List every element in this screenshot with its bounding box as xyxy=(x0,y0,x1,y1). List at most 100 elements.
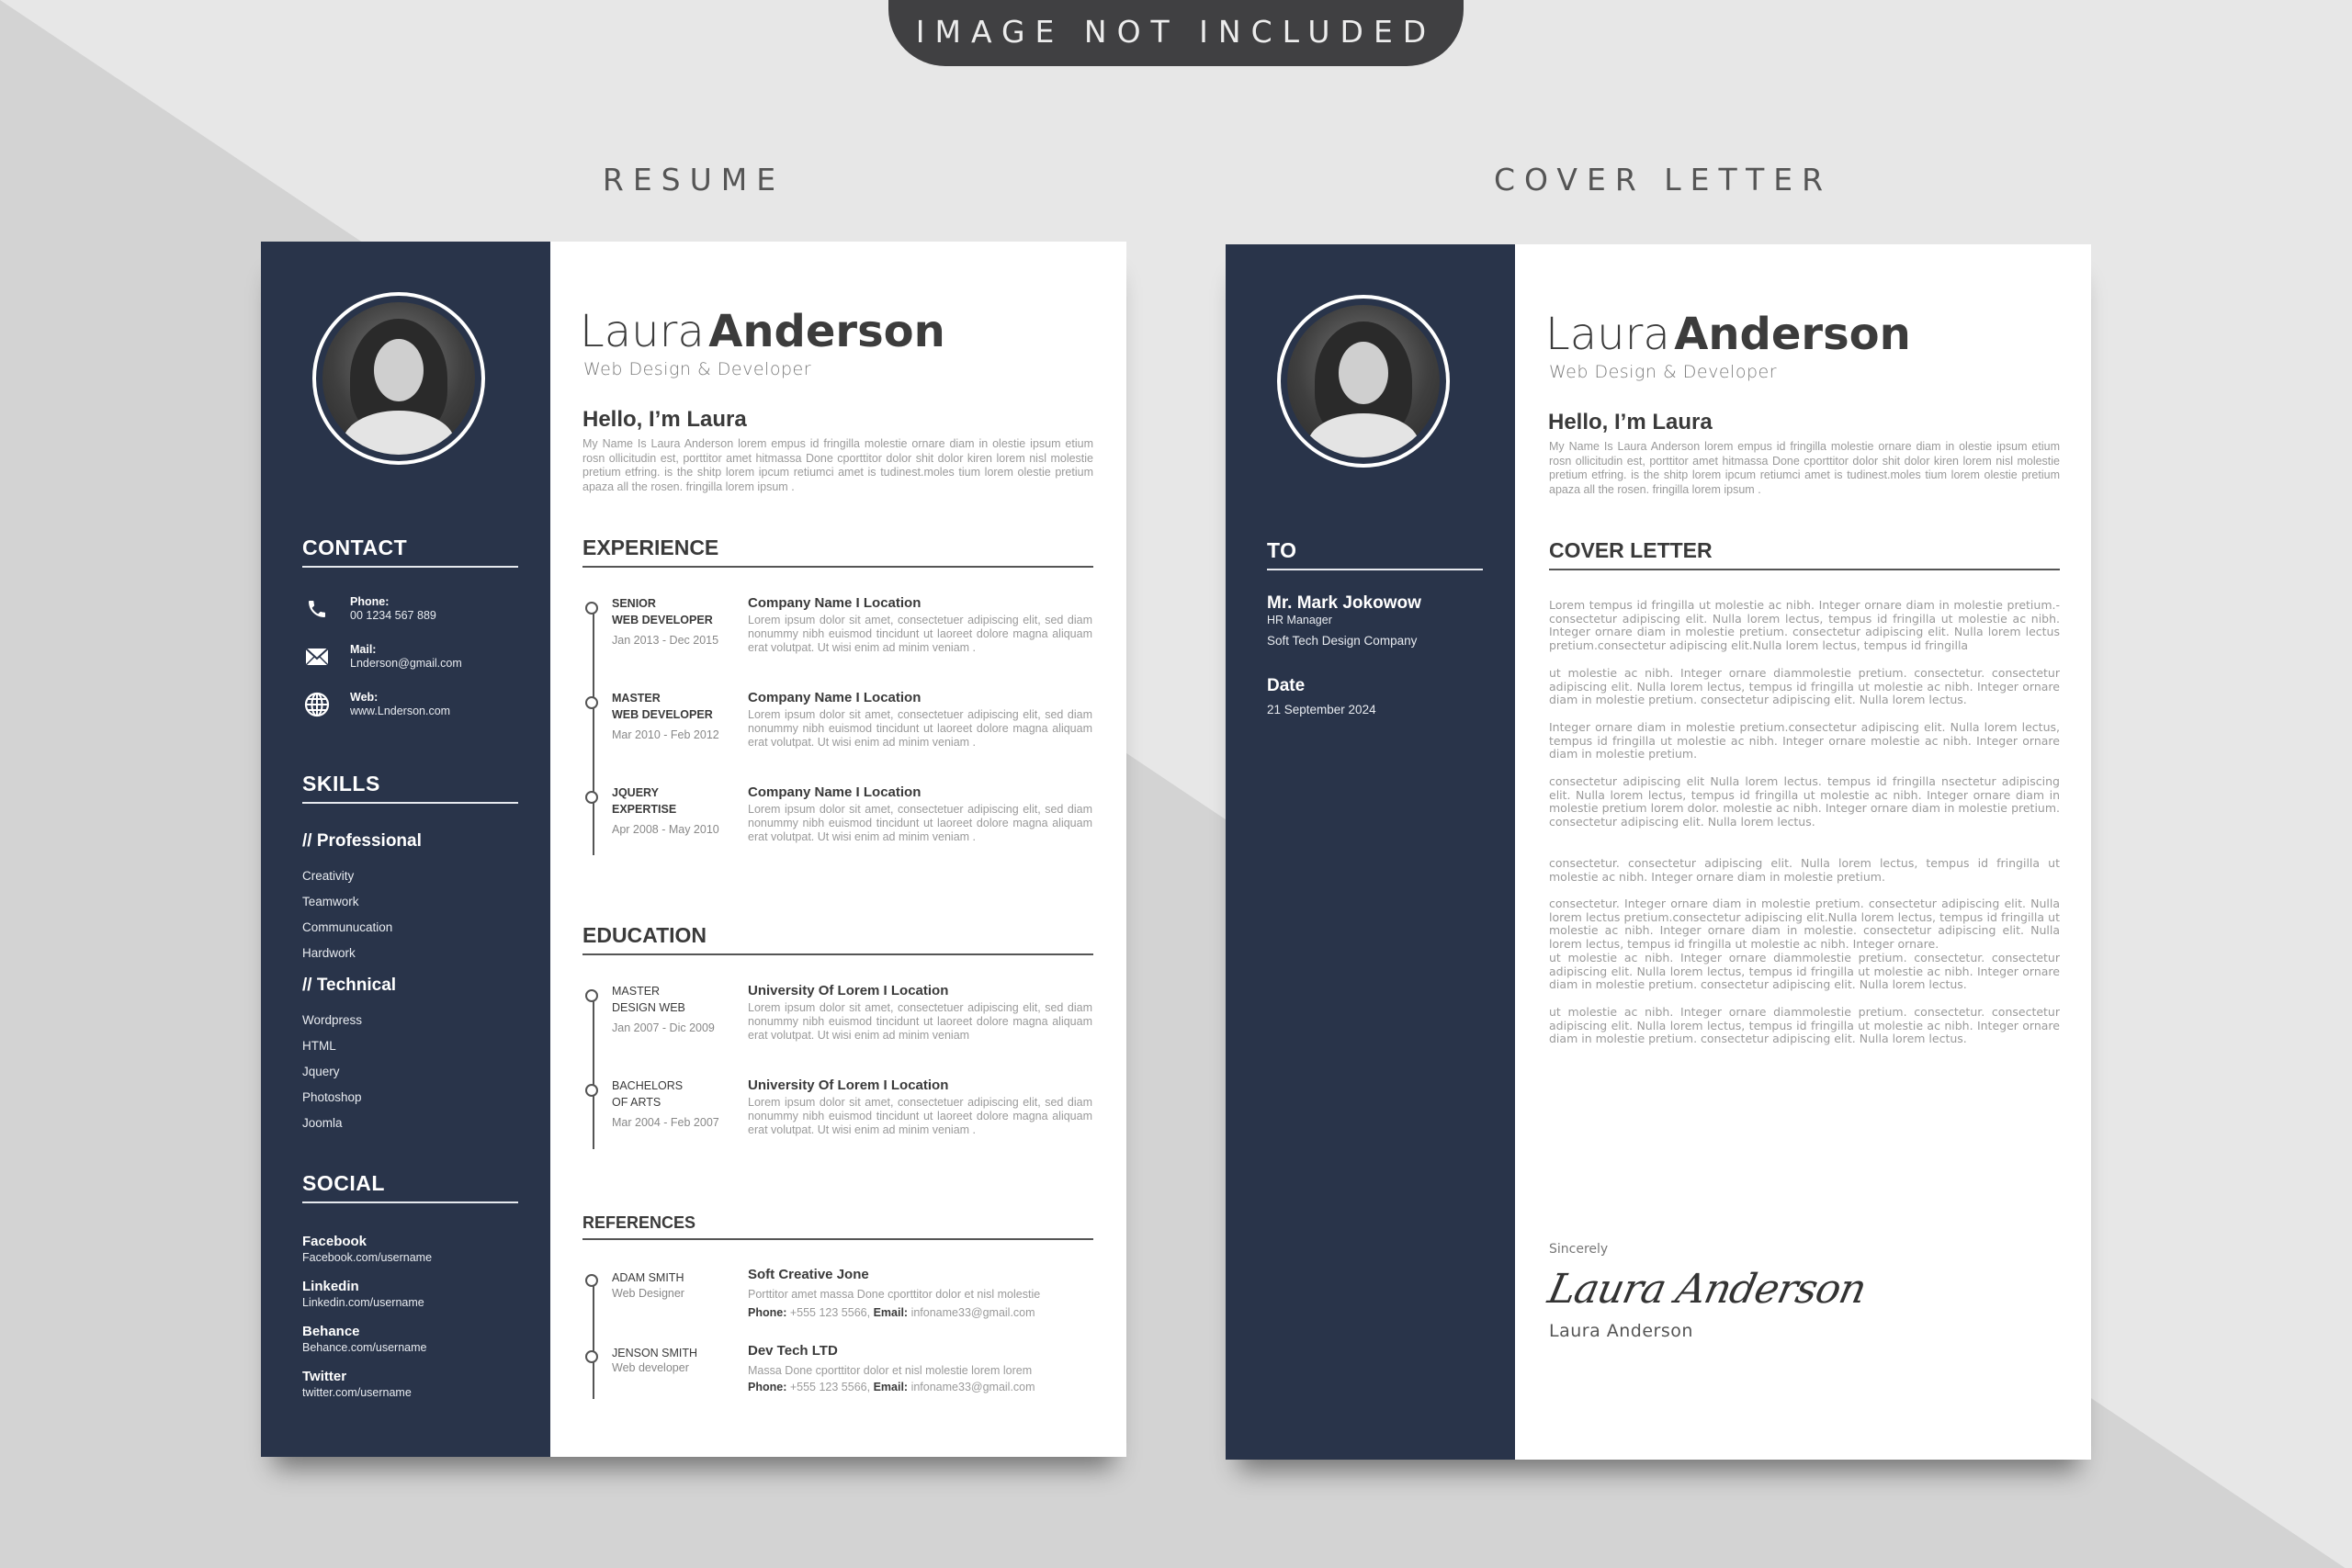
timeline-dot xyxy=(585,1274,598,1287)
skill-item: Photoshop xyxy=(302,1090,362,1104)
social-name: Linkedin xyxy=(302,1279,359,1294)
mail-icon xyxy=(302,642,332,671)
job-title: Web Design & Developer xyxy=(583,359,812,379)
references-heading: REFERENCES xyxy=(582,1213,1093,1240)
role-line-1: MASTER xyxy=(612,692,661,705)
timeline-dot xyxy=(585,989,598,1002)
last-name: Anderson xyxy=(1674,309,1911,360)
letter-paragraph: ut molestie ac nibh. Integer ornare diam… xyxy=(1549,666,2060,706)
full-name: Laura Anderson xyxy=(1545,309,1911,360)
role-line-1: SENIOR xyxy=(612,597,656,610)
role-description: Lorem ipsum dolor sit amet, consectetuer… xyxy=(748,708,1092,749)
reference-name: JENSON SMITH xyxy=(612,1347,698,1359)
phone-icon xyxy=(302,594,332,624)
social-link[interactable]: Facebook.com/username xyxy=(302,1251,432,1264)
degree-dates: Mar 2004 - Feb 2007 xyxy=(612,1116,719,1129)
letter-paragraph: consectetur. Integer ornare diam in mole… xyxy=(1549,897,2060,951)
profile-photo xyxy=(322,302,475,455)
contact-mail: Mail: Lnderson@gmail.com xyxy=(302,642,462,671)
timeline-dot xyxy=(585,602,598,615)
professional-skills-heading: // Professional xyxy=(302,831,422,851)
cover-letter-page: TO Mr. Mark Jokowow HR Manager Soft Tech… xyxy=(1226,244,2091,1460)
recipient-company: Soft Tech Design Company xyxy=(1267,634,1418,648)
education-timeline xyxy=(593,995,594,1149)
signer-name: Laura Anderson xyxy=(1549,1321,1693,1341)
social-name: Behance xyxy=(302,1324,360,1339)
reference-email[interactable]: infoname33@gmail.com xyxy=(911,1306,1035,1319)
recipient-role: HR Manager xyxy=(1267,614,1332,626)
degree-description: Lorem ipsum dolor sit amet, consectetuer… xyxy=(748,1001,1092,1042)
role-line-2: EXPERTISE xyxy=(612,803,677,816)
timeline-dot xyxy=(585,1350,598,1363)
contact-phone: Phone: 00 1234 567 889 xyxy=(302,594,436,624)
phone-label: Phone: xyxy=(748,1306,787,1319)
intro-paragraph: My Name Is Laura Anderson lorem empus id… xyxy=(582,437,1093,493)
reference-phone: +555 123 5566, xyxy=(789,1306,871,1319)
timeline-dot xyxy=(585,1084,598,1097)
role-dates: Mar 2010 - Feb 2012 xyxy=(612,728,719,741)
experience-timeline xyxy=(593,609,594,855)
globe-icon xyxy=(302,690,332,719)
reference-role: Web developer xyxy=(612,1361,689,1374)
letter-date: 21 September 2024 xyxy=(1267,703,1376,716)
reference-description: Porttitor amet massa Done cporttitor dol… xyxy=(748,1288,1041,1301)
reference-description: Massa Done cporttitor dolor et nisl mole… xyxy=(748,1364,1033,1377)
cover-sidebar: TO Mr. Mark Jokowow HR Manager Soft Tech… xyxy=(1226,244,1515,1460)
skill-item: Creativity xyxy=(302,869,355,883)
reference-email[interactable]: infoname33@gmail.com xyxy=(911,1381,1035,1393)
profile-photo-frame xyxy=(312,292,485,465)
degree-line-1: MASTER xyxy=(612,985,661,998)
banner-text: IMAGE NOT INCLUDED xyxy=(915,14,1437,50)
contact-value[interactable]: 00 1234 567 889 xyxy=(350,609,436,623)
school-heading: University Of Lorem I Location xyxy=(748,1077,949,1093)
timeline-dot xyxy=(585,696,598,709)
social-name: Twitter xyxy=(302,1369,347,1384)
last-name: Anderson xyxy=(708,306,945,357)
social-link[interactable]: Linkedin.com/username xyxy=(302,1296,424,1309)
contact-heading: CONTACT xyxy=(302,536,518,568)
skill-item: HTML xyxy=(302,1039,336,1053)
degree-line-2: OF ARTS xyxy=(612,1096,662,1109)
first-name: Laura xyxy=(580,306,705,357)
contact-web: Web: www.Lnderson.com xyxy=(302,690,450,719)
social-heading: SOCIAL xyxy=(302,1171,518,1203)
contact-label: Mail: xyxy=(350,643,377,656)
skill-item: Joomla xyxy=(302,1116,343,1130)
experience-heading: EXPERIENCE xyxy=(582,536,1093,568)
skills-heading: SKILLS xyxy=(302,772,518,804)
cover-letter-label: COVER LETTER xyxy=(1493,162,1833,197)
resume-label: RESUME xyxy=(602,162,786,197)
phone-label: Phone: xyxy=(748,1381,787,1393)
degree-dates: Jan 2007 - Dic 2009 xyxy=(612,1021,715,1034)
resume-sidebar: CONTACT Phone: 00 1234 567 889 Mail: Lnd… xyxy=(261,242,550,1457)
degree-description: Lorem ipsum dolor sit amet, consectetuer… xyxy=(748,1096,1092,1136)
social-link[interactable]: twitter.com/username xyxy=(302,1386,412,1399)
timeline-dot xyxy=(585,791,598,804)
skill-item: Communucation xyxy=(302,920,393,934)
reference-name: ADAM SMITH xyxy=(612,1271,684,1284)
education-heading: EDUCATION xyxy=(582,923,1093,955)
school-heading: University Of Lorem I Location xyxy=(748,983,949,998)
signature: Laura Anderson xyxy=(1544,1266,1871,1313)
degree-line-2: DESIGN WEB xyxy=(612,1001,685,1014)
closing-text: Sincerely xyxy=(1549,1242,1609,1257)
to-heading: TO xyxy=(1267,538,1483,570)
profile-photo xyxy=(1287,305,1440,457)
skill-item: Teamwork xyxy=(302,895,359,908)
company-heading: Company Name I Location xyxy=(748,595,922,611)
email-label: Email: xyxy=(873,1306,909,1319)
reference-role: Web Designer xyxy=(612,1287,684,1300)
letter-paragraph: consectetur adipiscing elit Nulla lorem … xyxy=(1549,774,2060,829)
contact-value[interactable]: Lnderson@gmail.com xyxy=(350,657,462,671)
job-title: Web Design & Developer xyxy=(1549,362,1778,382)
cover-letter-heading: COVER LETTER xyxy=(1549,538,2060,570)
skill-item: Jquery xyxy=(302,1065,340,1078)
contact-value[interactable]: www.Lnderson.com xyxy=(350,705,450,718)
technical-skills-heading: // Technical xyxy=(302,976,397,995)
role-line-2: WEB DEVELOPER xyxy=(612,614,713,626)
social-name: Facebook xyxy=(302,1234,368,1249)
greeting-heading: Hello, I’m Laura xyxy=(582,407,747,432)
letter-paragraph: consectetur. consectetur adipiscing elit… xyxy=(1549,856,2060,884)
email-label: Email: xyxy=(873,1381,909,1393)
social-link[interactable]: Behance.com/username xyxy=(302,1341,427,1354)
